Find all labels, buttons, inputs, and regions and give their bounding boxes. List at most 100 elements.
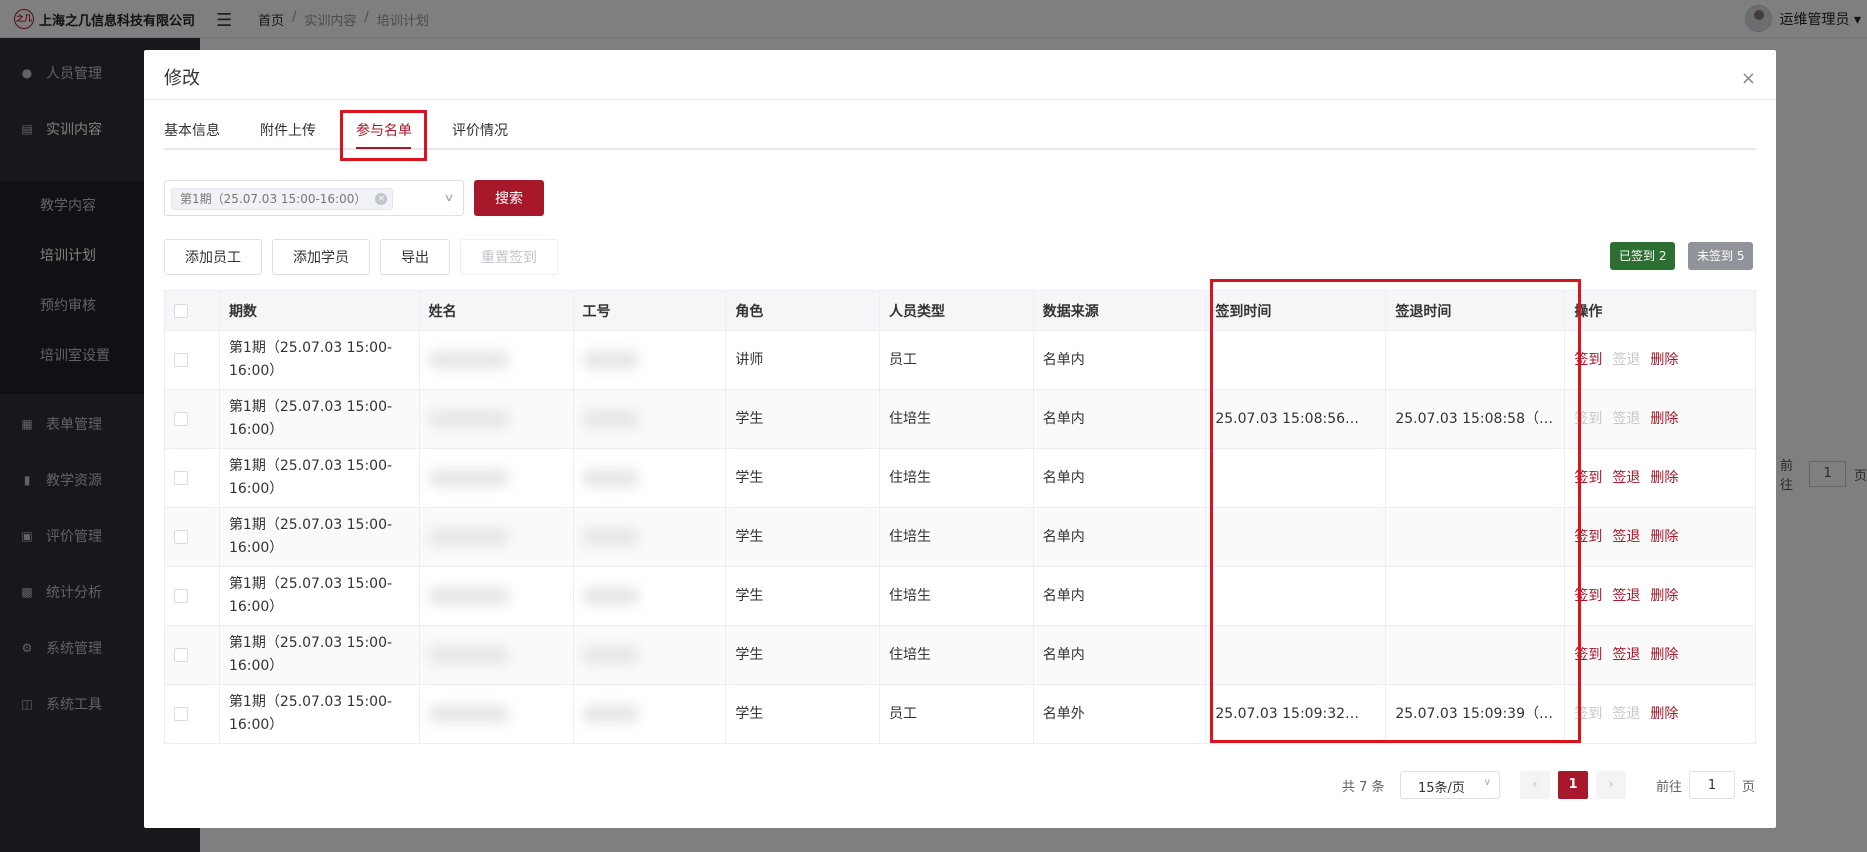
sign-in-time-cell bbox=[1205, 566, 1387, 626]
sign-in-time-cell bbox=[1205, 330, 1387, 390]
sign-in-link[interactable]: 签到 bbox=[1574, 352, 1602, 368]
delete-link[interactable]: 删除 bbox=[1650, 588, 1678, 604]
column-header-name: 姓名 bbox=[418, 290, 574, 331]
person-type-cell: 员工 bbox=[879, 330, 1034, 390]
sign-out-link[interactable]: 签退 bbox=[1612, 352, 1640, 368]
actions-cell: 签到 签退 删除 bbox=[1564, 566, 1756, 626]
sign-in-link[interactable]: 签到 bbox=[1574, 647, 1602, 663]
source-cell: 名单内 bbox=[1032, 389, 1207, 449]
column-header-employee-id: 工号 bbox=[572, 290, 727, 331]
export-button[interactable]: 导出 bbox=[380, 239, 450, 275]
prev-page-button[interactable]: ‹ bbox=[1520, 771, 1550, 799]
sign-out-link[interactable]: 签退 bbox=[1612, 588, 1640, 604]
column-header-actions: 操作 bbox=[1564, 290, 1756, 331]
sign-out-time-cell: 25.07.03 15:09:39（扫码签退） bbox=[1385, 684, 1566, 744]
person-type-cell: 住培生 bbox=[879, 389, 1034, 449]
close-icon[interactable]: × bbox=[1741, 70, 1756, 88]
reset-signin-button[interactable]: 重置签到 bbox=[460, 239, 558, 275]
name-cell bbox=[418, 330, 574, 390]
delete-link[interactable]: 删除 bbox=[1650, 706, 1678, 722]
sign-in-link[interactable]: 签到 bbox=[1574, 529, 1602, 545]
pagination: 共 7 条 15条/页 ∨ ‹ 1 › 前往 页 bbox=[144, 770, 1756, 800]
goto-unit: 页 bbox=[1742, 780, 1756, 795]
source-cell: 名单内 bbox=[1032, 625, 1207, 685]
goto-label: 前往 bbox=[1656, 780, 1683, 795]
delete-link[interactable]: 删除 bbox=[1650, 352, 1678, 368]
page-size-select[interactable]: 15条/页 ∨ bbox=[1400, 771, 1500, 799]
page-number-1[interactable]: 1 bbox=[1558, 771, 1588, 799]
row-checkbox[interactable] bbox=[174, 588, 188, 603]
add-staff-button[interactable]: 添加员工 bbox=[164, 239, 262, 275]
row-checkbox[interactable] bbox=[174, 411, 188, 426]
delete-link[interactable]: 删除 bbox=[1650, 647, 1678, 663]
blurred-name bbox=[428, 704, 509, 723]
table-row: 第1期（25.07.03 15:00-16:00） 学生 员工 名单外 25.07.03… bbox=[164, 684, 1756, 744]
row-checkbox[interactable] bbox=[174, 352, 188, 367]
chevron-down-icon[interactable]: ∨ bbox=[443, 191, 454, 204]
column-header-source: 数据来源 bbox=[1032, 290, 1207, 331]
employee-id-cell bbox=[572, 507, 727, 567]
tab-highlight-box bbox=[340, 110, 427, 161]
period-tag: 第1期（25.07.03 15:00-16:00） × bbox=[171, 188, 394, 210]
row-select-cell bbox=[164, 448, 220, 508]
row-select-cell bbox=[164, 625, 220, 685]
person-type-cell: 住培生 bbox=[879, 625, 1034, 685]
participants-table: 期数 姓名 工号 角色 人员类型 数据来源 签到时间 签退时间 操作 第1期（2… bbox=[164, 290, 1756, 744]
actions-cell: 签到 签退 删除 bbox=[1564, 330, 1756, 390]
row-checkbox[interactable] bbox=[174, 529, 188, 544]
column-header-sign-out-time: 签退时间 bbox=[1385, 290, 1566, 331]
actions-cell: 签到 签退 删除 bbox=[1564, 684, 1756, 744]
delete-link[interactable]: 删除 bbox=[1650, 470, 1678, 486]
search-button[interactable]: 搜索 bbox=[474, 180, 544, 216]
unsigned-count-badge: 未签到 5 bbox=[1688, 242, 1754, 270]
sign-in-time-cell: 25.07.03 15:08:56（手动签到） bbox=[1205, 389, 1387, 449]
sign-in-link[interactable]: 签到 bbox=[1574, 411, 1602, 427]
select-all-cell bbox=[164, 290, 220, 331]
source-cell: 名单内 bbox=[1032, 566, 1207, 626]
employee-id-cell bbox=[572, 389, 727, 449]
sign-in-time-cell bbox=[1205, 448, 1387, 508]
person-type-cell: 住培生 bbox=[879, 566, 1034, 626]
sign-in-link[interactable]: 签到 bbox=[1574, 706, 1602, 722]
table-row: 第1期（25.07.03 15:00-16:00） 学生 住培生 名单内 签到 签退 删除 bbox=[164, 625, 1756, 685]
tab-evaluation[interactable]: 评价情况 bbox=[452, 120, 508, 140]
next-page-button[interactable]: › bbox=[1596, 771, 1626, 799]
sign-in-link[interactable]: 签到 bbox=[1574, 470, 1602, 486]
row-select-cell bbox=[164, 389, 220, 449]
role-cell: 学生 bbox=[725, 625, 881, 685]
employee-id-cell bbox=[572, 448, 727, 508]
employee-id-cell bbox=[572, 684, 727, 744]
person-type-cell: 住培生 bbox=[879, 448, 1034, 508]
tab-basic-info[interactable]: 基本信息 bbox=[164, 120, 220, 140]
tab-attachments[interactable]: 附件上传 bbox=[260, 120, 316, 140]
delete-link[interactable]: 删除 bbox=[1650, 411, 1678, 427]
row-checkbox[interactable] bbox=[174, 647, 188, 662]
add-trainee-button[interactable]: 添加学员 bbox=[272, 239, 370, 275]
sign-out-time-cell bbox=[1385, 507, 1566, 567]
sign-out-link[interactable]: 签退 bbox=[1612, 529, 1640, 545]
person-type-cell: 员工 bbox=[879, 684, 1034, 744]
actions-cell: 签到 签退 删除 bbox=[1564, 389, 1756, 449]
sign-out-link[interactable]: 签退 bbox=[1612, 411, 1640, 427]
sign-out-link[interactable]: 签退 bbox=[1612, 470, 1640, 486]
row-checkbox[interactable] bbox=[174, 706, 188, 721]
sign-in-link[interactable]: 签到 bbox=[1574, 588, 1602, 604]
employee-id-cell bbox=[572, 566, 727, 626]
sign-out-time-cell bbox=[1385, 448, 1566, 508]
role-cell: 学生 bbox=[725, 507, 881, 567]
source-cell: 名单内 bbox=[1032, 330, 1207, 390]
tag-close-icon[interactable]: × bbox=[375, 193, 388, 205]
period-select[interactable]: 第1期（25.07.03 15:00-16:00） × ∨ bbox=[164, 180, 464, 216]
source-cell: 名单内 bbox=[1032, 507, 1207, 567]
sign-out-link[interactable]: 签退 bbox=[1612, 647, 1640, 663]
row-checkbox[interactable] bbox=[174, 470, 188, 485]
goto-page-input[interactable] bbox=[1689, 771, 1735, 799]
blurred-name bbox=[428, 586, 509, 605]
delete-link[interactable]: 删除 bbox=[1650, 529, 1678, 545]
select-all-checkbox[interactable] bbox=[174, 303, 188, 318]
row-select-cell bbox=[164, 330, 220, 390]
sign-out-time: 25.07.03 15:09:39（扫码签退） bbox=[1395, 705, 1555, 722]
period-cell: 第1期（25.07.03 15:00-16:00） bbox=[218, 566, 420, 626]
sign-out-link[interactable]: 签退 bbox=[1612, 706, 1640, 722]
name-cell bbox=[418, 448, 574, 508]
